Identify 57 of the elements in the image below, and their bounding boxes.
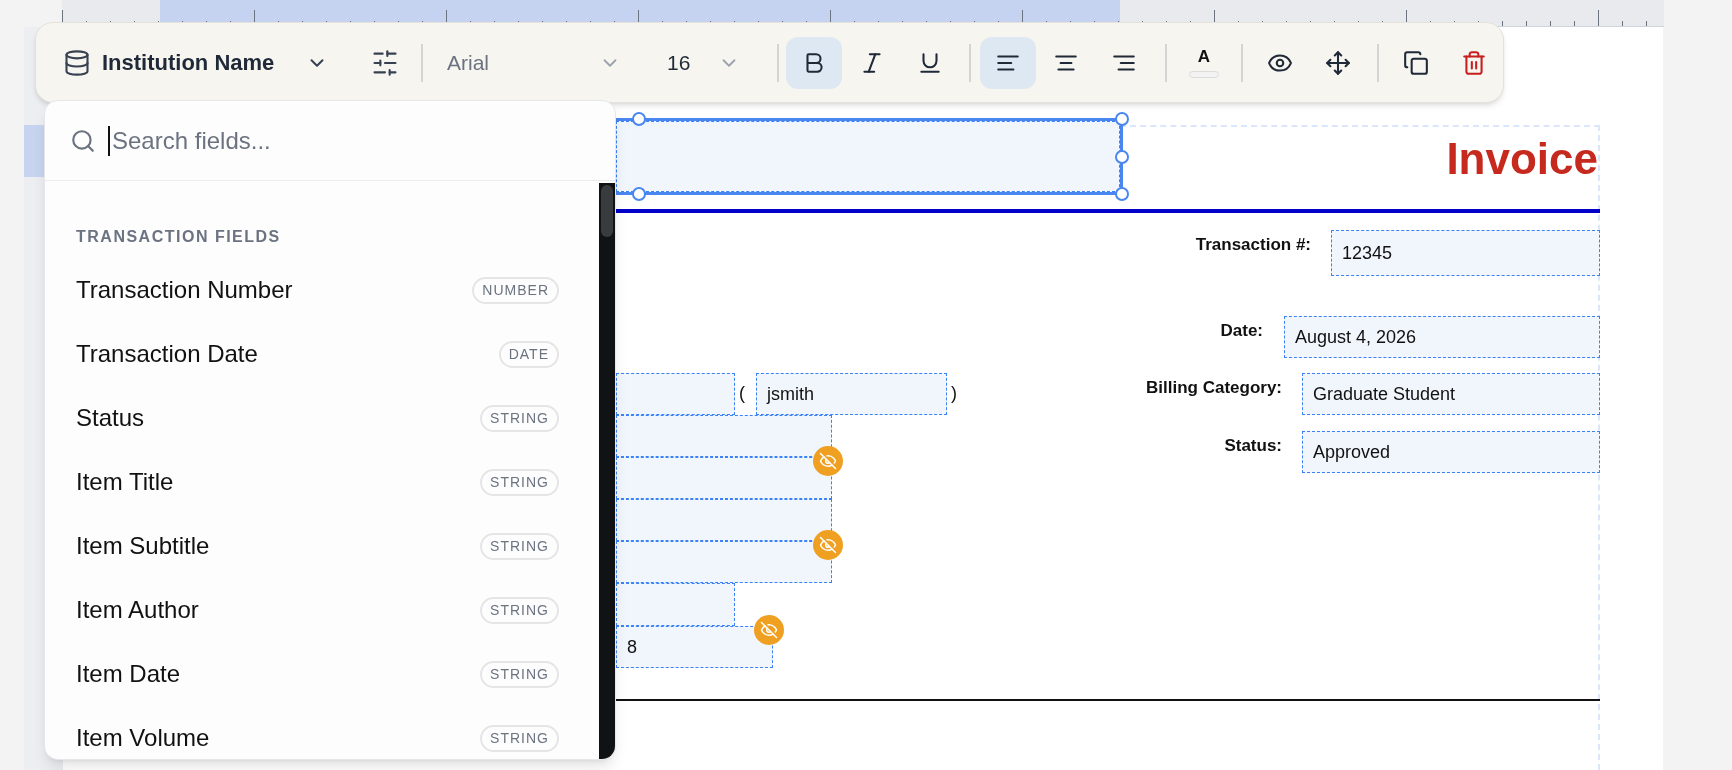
field-option[interactable]: Item Date STRING xyxy=(76,645,559,703)
template-field[interactable]: 12345 xyxy=(1331,230,1600,276)
section-heading: TRANSACTION FIELDS xyxy=(76,227,282,247)
template-field[interactable]: Graduate Student xyxy=(1302,373,1600,415)
type-tag: STRING xyxy=(480,468,559,496)
punctuation: ) xyxy=(951,382,957,405)
field-option[interactable]: Item Subtitle STRING xyxy=(76,517,559,575)
sliders-icon xyxy=(371,48,399,77)
field-label: Status: xyxy=(1224,435,1282,457)
text-color-button[interactable]: A xyxy=(1176,36,1232,89)
bold-button[interactable] xyxy=(786,36,842,89)
eye-off-icon xyxy=(760,621,778,639)
field-option[interactable]: Status STRING xyxy=(76,389,559,447)
field-select[interactable]: Institution Name xyxy=(63,37,330,88)
template-field[interactable] xyxy=(616,457,832,499)
eye-off-icon xyxy=(819,536,837,554)
type-tag: STRING xyxy=(480,724,559,752)
scrollbar[interactable] xyxy=(599,183,615,759)
type-tag: NUMBER xyxy=(472,276,559,304)
field-option[interactable]: Transaction Number NUMBER xyxy=(76,261,559,319)
search-field[interactable]: Search fields... xyxy=(112,122,595,159)
type-tag: STRING xyxy=(480,660,559,688)
eye-off-icon xyxy=(819,452,837,470)
template-field[interactable] xyxy=(616,541,832,583)
type-tag: STRING xyxy=(480,532,559,560)
template-field[interactable] xyxy=(616,415,832,457)
color-swatch xyxy=(1189,71,1219,78)
field-option[interactable]: Item Volume STRING xyxy=(76,709,559,759)
template-field[interactable] xyxy=(616,499,832,541)
copy-icon xyxy=(1403,49,1429,76)
text-cursor xyxy=(108,125,110,156)
type-tag: STRING xyxy=(480,596,559,624)
template-field[interactable]: jsmith xyxy=(756,373,947,415)
template-field[interactable] xyxy=(616,583,735,626)
document-title: Invoice xyxy=(1446,134,1598,184)
field-label: Billing Category: xyxy=(1146,377,1282,399)
field-option[interactable]: Item Title STRING xyxy=(76,453,559,511)
template-field[interactable] xyxy=(616,121,1120,192)
align-left-button[interactable] xyxy=(980,36,1036,89)
field-label: Date: xyxy=(1220,320,1263,342)
field-label: Transaction #: xyxy=(1195,234,1311,256)
template-field[interactable]: 8 xyxy=(616,626,773,668)
template-field[interactable] xyxy=(616,373,735,415)
type-tag: STRING xyxy=(480,404,559,432)
type-tag: DATE xyxy=(498,340,559,368)
field-option[interactable]: Item Author STRING xyxy=(76,581,559,639)
punctuation: ( xyxy=(739,382,745,405)
trash-icon xyxy=(1461,49,1487,76)
scrollbar-thumb[interactable] xyxy=(601,185,613,237)
template-field[interactable]: August 4, 2026 xyxy=(1284,316,1600,358)
font-size-select[interactable]: 16 xyxy=(651,37,756,88)
field-option[interactable]: Transaction Date DATE xyxy=(76,325,559,383)
search-icon xyxy=(70,127,96,154)
move-icon xyxy=(1325,49,1351,76)
template-field[interactable]: Approved xyxy=(1302,431,1600,473)
font-select[interactable]: Arial xyxy=(437,37,631,88)
database-icon xyxy=(63,48,91,77)
